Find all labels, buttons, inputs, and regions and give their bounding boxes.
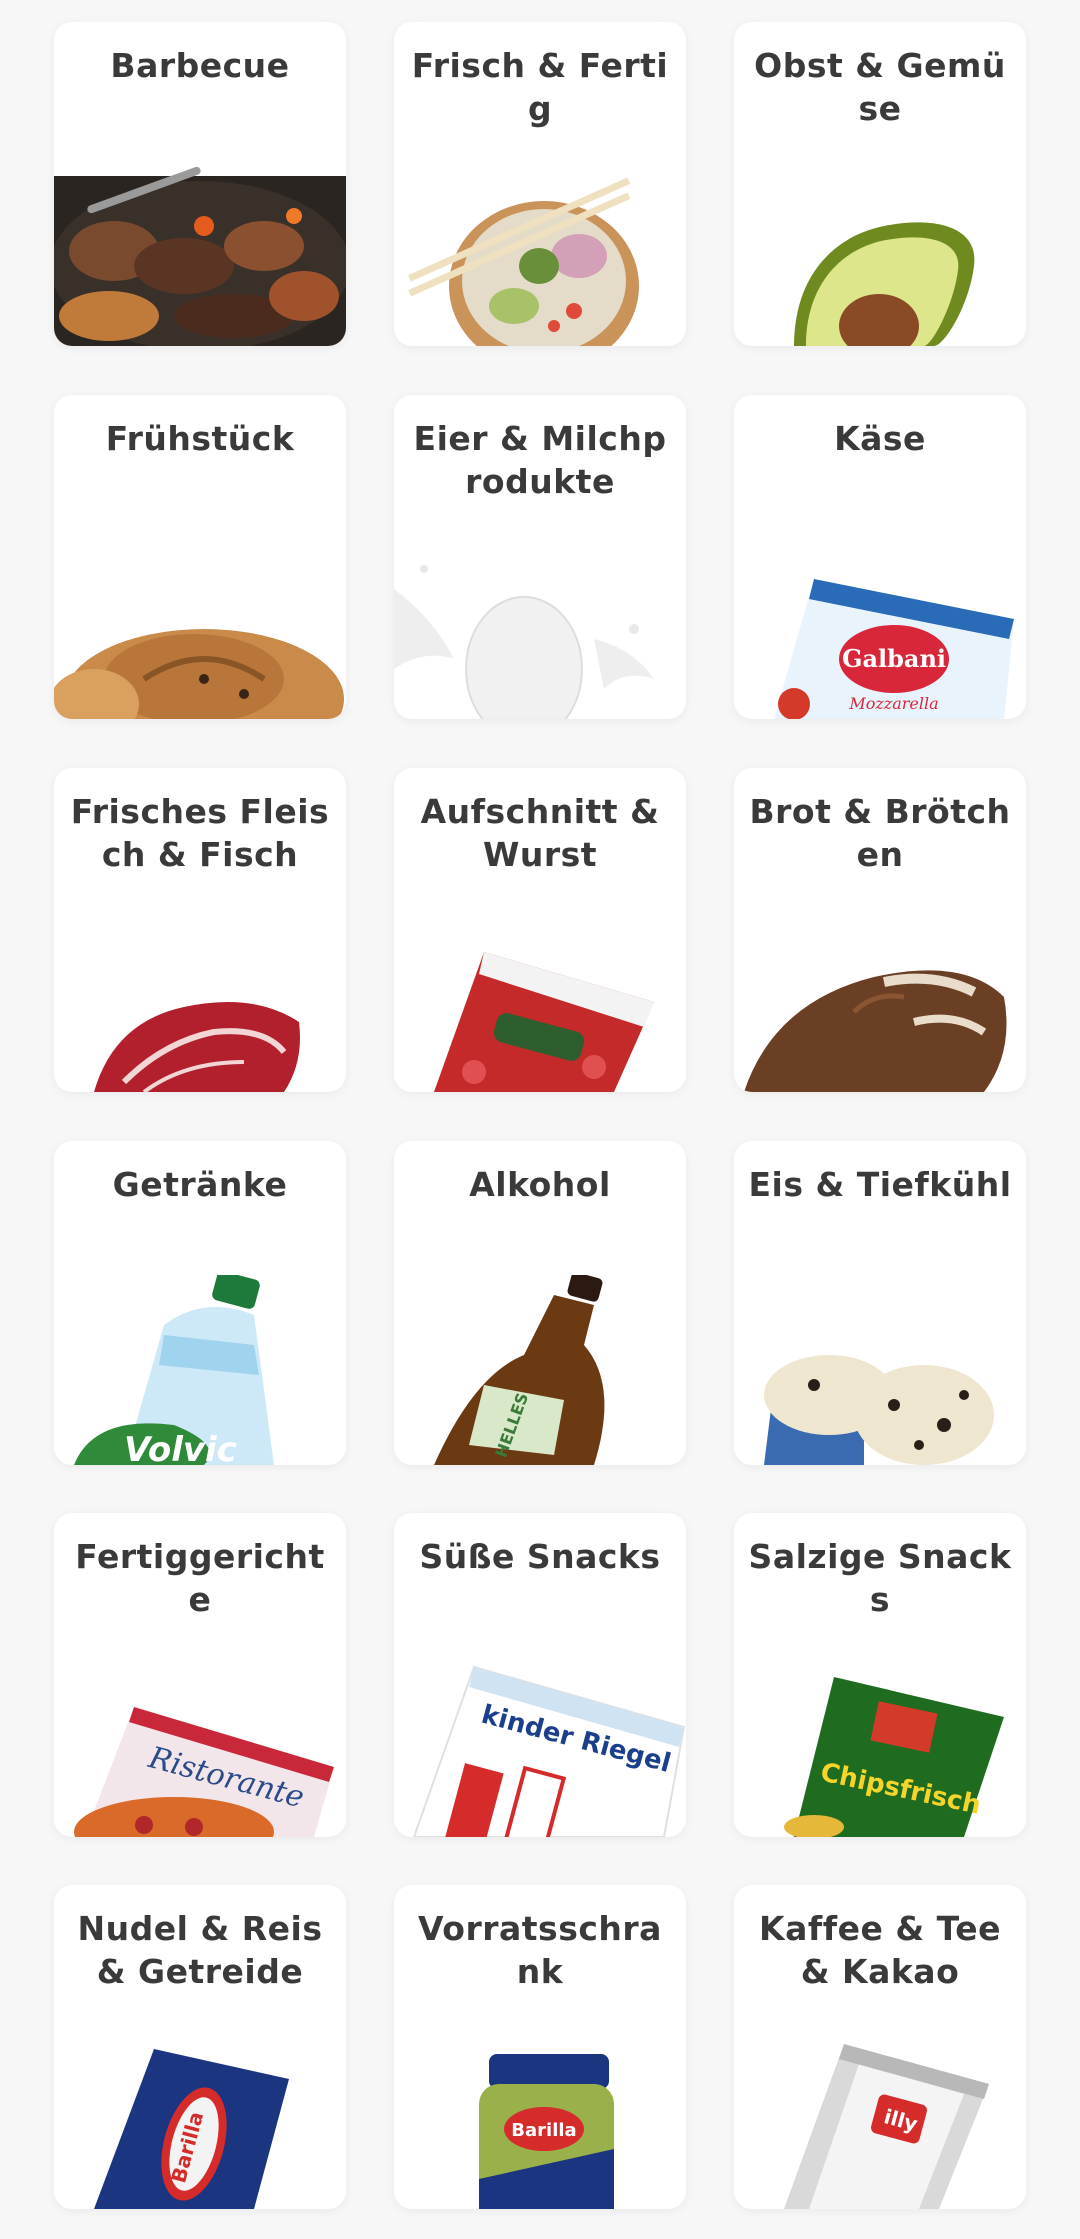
category-title: Alkohol — [469, 1165, 611, 1204]
category-tile-alkohol[interactable]: Alkohol HELLES — [394, 1141, 686, 1465]
category-title: Nudel & Reis & Getreide — [77, 1909, 323, 1991]
category-title: Frühstück — [105, 419, 295, 458]
category-tile-kaese[interactable]: Käse Galbani Mozzarella — [734, 395, 1026, 719]
category-tile-getraenke[interactable]: Getränke Volvic — [54, 1141, 346, 1465]
beer-bottle-image: HELLES — [394, 1275, 686, 1465]
category-title: Aufschnitt & Wurst — [420, 792, 660, 874]
category-tile-frisch-fertig[interactable]: Frisch & Fertig — [394, 22, 686, 346]
pasta-box-image: Barilla — [54, 2019, 346, 2209]
category-tile-salzige-snacks[interactable]: Salzige Snacks Chipsfrisch — [734, 1513, 1026, 1837]
category-title: Süße Snacks — [419, 1537, 661, 1576]
category-title: Fertiggerichte — [75, 1537, 325, 1619]
category-title: Frisches Fleisch & Fisch — [70, 792, 330, 874]
avocado-image — [734, 156, 1026, 346]
pesto-jar-image: Barilla — [394, 2019, 686, 2209]
category-tile-obst-gemuese[interactable]: Obst & Gemüse — [734, 22, 1026, 346]
category-tile-eis-tiefkuehl[interactable]: Eis & Tiefkühl — [734, 1141, 1026, 1465]
category-tile-suesse-snacks[interactable]: Süße Snacks kinder Riegel — [394, 1513, 686, 1837]
category-tile-vorratsschrank[interactable]: Vorratsschrank Barilla — [394, 1885, 686, 2209]
category-title: Vorratsschrank — [418, 1909, 662, 1991]
category-title: Käse — [834, 419, 926, 458]
brand-text: Galbani — [842, 644, 946, 673]
frozen-pizza-image: Ristorante — [54, 1647, 346, 1837]
poke-bowl-image — [394, 156, 686, 346]
category-tile-barbecue[interactable]: Barbecue — [54, 22, 346, 346]
galbani-mozzarella-image: Galbani Mozzarella — [734, 529, 1026, 719]
category-title: Eis & Tiefkühl — [748, 1165, 1012, 1204]
category-title: Salzige Snacks — [748, 1537, 1012, 1619]
egg-milk-splash-image — [394, 529, 686, 719]
category-title: Barbecue — [110, 46, 290, 85]
category-tile-fruehstueck[interactable]: Frühstück — [54, 395, 346, 719]
ice-cream-tub-image — [734, 1275, 1026, 1465]
chips-bag-image: Chipsfrisch — [734, 1647, 1026, 1837]
category-title: Kaffee & Tee & Kakao — [759, 1909, 1001, 1991]
raw-steak-image — [54, 902, 346, 1092]
category-title: Brot & Brötchen — [749, 792, 1011, 874]
coffee-can-image: illy — [734, 2019, 1026, 2209]
category-tile-frisches-fleisch-fisch[interactable]: Frisches Fleisch & Fisch — [54, 768, 346, 1092]
category-tile-kaffee-tee-kakao[interactable]: Kaffee & Tee & Kakao illy — [734, 1885, 1026, 2209]
category-tile-eier-milchprodukte[interactable]: Eier & Milchprodukte — [394, 395, 686, 719]
category-tile-aufschnitt-wurst[interactable]: Aufschnitt & Wurst — [394, 768, 686, 1092]
category-tile-fertiggerichte[interactable]: Fertiggerichte Ristorante — [54, 1513, 346, 1837]
category-title: Frisch & Fertig — [411, 46, 669, 128]
category-title: Obst & Gemüse — [754, 46, 1006, 128]
brand-text: Volvic — [124, 1430, 237, 1465]
bread-roll-image — [54, 529, 346, 719]
category-title: Eier & Milchprodukte — [413, 419, 667, 501]
category-grid: Barbecue Frisch & Fertig Obst & Gemüse F… — [0, 0, 1080, 2239]
kinder-riegel-image: kinder Riegel — [394, 1647, 686, 1837]
bread-loaf-image — [734, 902, 1026, 1092]
water-bottle-image: Volvic — [54, 1275, 346, 1465]
barbecue-grill-image — [54, 156, 346, 346]
brand-text: Barilla — [511, 2120, 576, 2141]
brand-subtext: Mozzarella — [848, 694, 938, 713]
salami-pack-image — [394, 902, 686, 1092]
category-title: Getränke — [112, 1165, 288, 1204]
category-tile-brot-broetchen[interactable]: Brot & Brötchen — [734, 768, 1026, 1092]
category-tile-nudel-reis-getreide[interactable]: Nudel & Reis & Getreide Barilla — [54, 1885, 346, 2209]
